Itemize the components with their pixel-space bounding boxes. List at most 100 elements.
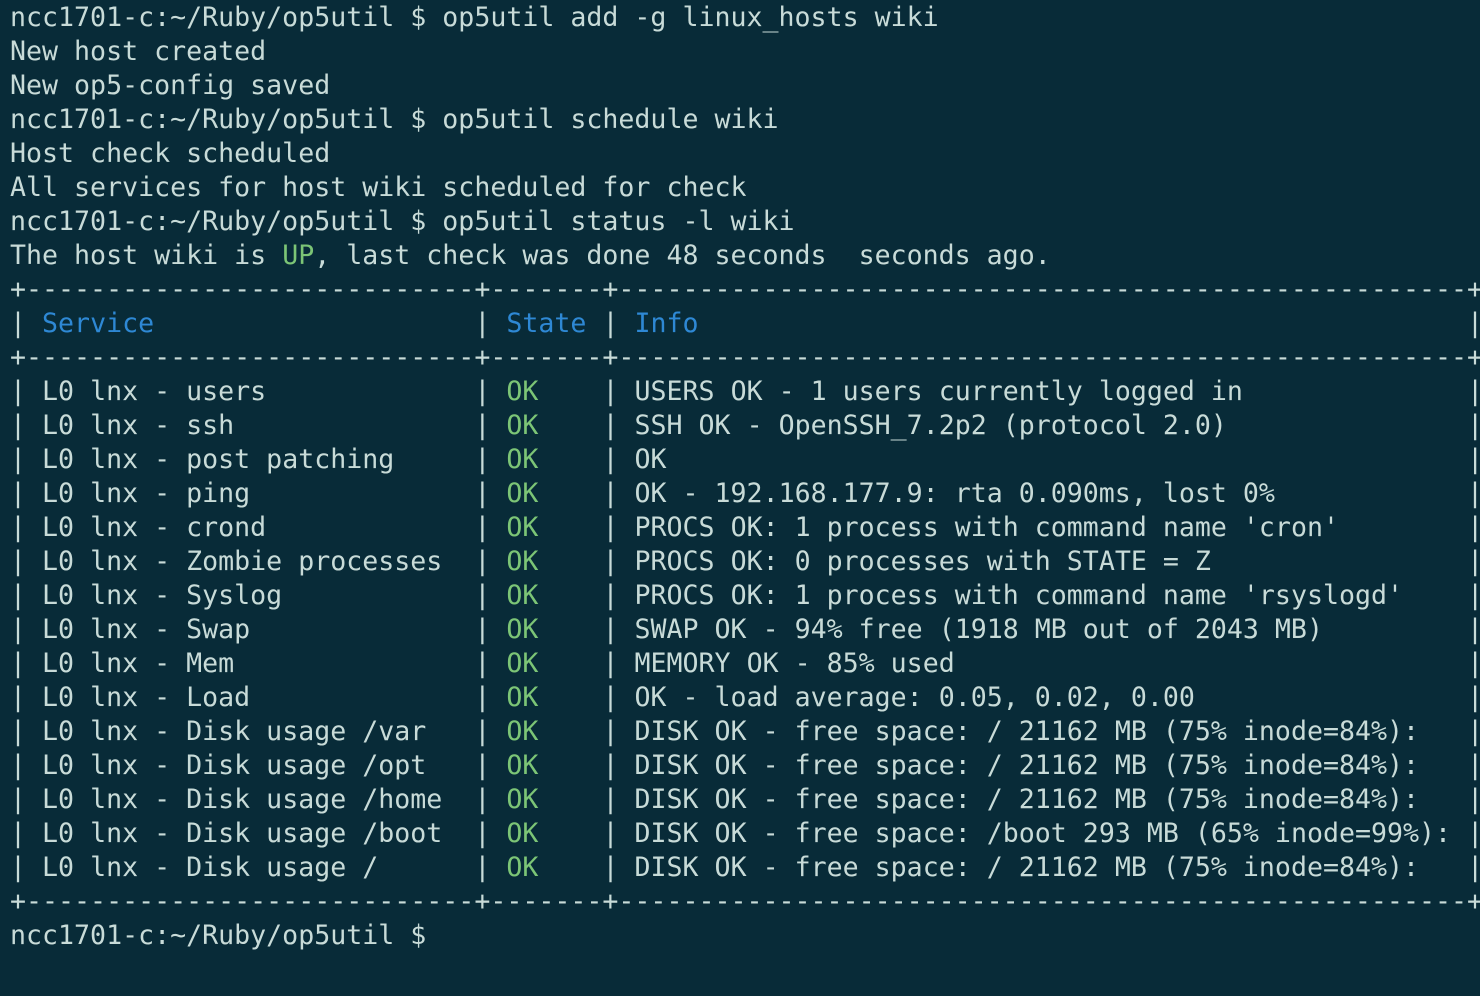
column-separator: | (1451, 784, 1480, 815)
cell-info: OK - 192.168.177.9: rta 0.090ms, lost 0% (634, 478, 1275, 509)
command-line: ncc1701-c:~/Ruby/op5util $ op5util sched… (10, 103, 1480, 137)
cell-service: L0 lnx - Disk usage / (42, 852, 379, 883)
command-text: op5util status -l wiki (442, 206, 795, 237)
column-separator: | (10, 750, 43, 781)
shell-prompt: ncc1701-c:~/Ruby/op5util $ (10, 920, 427, 951)
cell-state: OK (506, 648, 539, 679)
cell-service: L0 lnx - users (42, 376, 267, 407)
cell-state: OK (506, 716, 539, 747)
table-border: +----------------------------+-------+--… (10, 342, 1480, 373)
cell-state: OK (506, 512, 539, 543)
column-separator: | (10, 716, 43, 747)
cell-info: MEMORY OK - 85% used (634, 648, 955, 679)
cell-service: L0 lnx - Disk usage /boot (42, 818, 443, 849)
column-separator: | (586, 818, 635, 849)
cell-info: SSH OK - OpenSSH_7.2p2 (protocol 2.0) (634, 410, 1227, 441)
cell-service: L0 lnx - ping (42, 478, 251, 509)
cell-service: L0 lnx - Mem (42, 648, 235, 679)
column-separator: | (10, 818, 43, 849)
column-separator: | (458, 308, 507, 339)
column-separator: | (1451, 546, 1480, 577)
column-separator: | (1451, 818, 1480, 849)
table-row: | L0 lnx - Zombie processes | OK | PROCS… (10, 545, 1480, 579)
table-row: | L0 lnx - Disk usage /boot | OK | DISK … (10, 817, 1480, 851)
cell-info: PROCS OK: 0 processes with STATE = Z (634, 546, 1211, 577)
column-separator: | (586, 614, 635, 645)
table-row: | L0 lnx - Mem | OK | MEMORY OK - 85% us… (10, 647, 1480, 681)
command-text: op5util add -g linux_hosts wiki (442, 2, 939, 33)
cell-state: OK (506, 852, 539, 883)
shell-prompt: ncc1701-c:~/Ruby/op5util $ (10, 2, 443, 33)
header-service: Service (42, 308, 155, 339)
terminal-output[interactable]: ncc1701-c:~/Ruby/op5util $ op5util add -… (10, 1, 1480, 953)
column-separator: | (10, 376, 43, 407)
command-line: ncc1701-c:~/Ruby/op5util $ op5util statu… (10, 205, 1480, 239)
cell-state: OK (506, 614, 539, 645)
table-row: | L0 lnx - Load | OK | OK - load average… (10, 681, 1480, 715)
column-separator: | (586, 716, 635, 747)
cell-service: L0 lnx - Disk usage /opt (42, 750, 427, 781)
table-header: | Service | State | Info | (10, 307, 1480, 341)
cell-service: L0 lnx - Syslog (42, 580, 283, 611)
cell-state: OK (506, 444, 539, 475)
output-text: All services for host wiki scheduled for… (10, 172, 747, 203)
column-separator: | (586, 546, 635, 577)
column-separator: | (10, 852, 43, 883)
output-line: New op5-config saved (10, 69, 1480, 103)
table-row: | L0 lnx - Syslog | OK | PROCS OK: 1 pro… (10, 579, 1480, 613)
cell-service: L0 lnx - post patching (42, 444, 395, 475)
column-separator: | (10, 614, 43, 645)
column-separator: | (10, 648, 43, 679)
cell-state: OK (506, 478, 539, 509)
command-line: ncc1701-c:~/Ruby/op5util $ op5util add -… (10, 1, 1480, 35)
cell-info: DISK OK - free space: / 21162 MB (75% in… (634, 750, 1420, 781)
column-separator: | (458, 580, 507, 611)
column-separator: | (586, 308, 635, 339)
table-row: | L0 lnx - Disk usage / | OK | DISK OK -… (10, 851, 1480, 885)
column-separator: | (1451, 852, 1480, 883)
output-text: New op5-config saved (10, 70, 331, 101)
column-separator: | (586, 410, 635, 441)
shell-prompt: ncc1701-c:~/Ruby/op5util $ (10, 104, 443, 135)
column-separator: | (1451, 648, 1480, 679)
cell-service: L0 lnx - Load (42, 682, 251, 713)
cell-state: OK (506, 376, 539, 407)
cell-state: OK (506, 784, 539, 815)
column-separator: | (586, 376, 635, 407)
column-separator: | (10, 478, 43, 509)
table-row: | L0 lnx - Disk usage /opt | OK | DISK O… (10, 749, 1480, 783)
table-border: +----------------------------+-------+--… (10, 886, 1480, 917)
cell-state: OK (506, 818, 539, 849)
column-separator: | (1451, 308, 1480, 339)
column-separator: | (458, 376, 507, 407)
cell-info: OK (634, 444, 667, 475)
status-text: , last check was done 48 seconds seconds… (314, 240, 1051, 271)
table-row: | L0 lnx - ping | OK | OK - 192.168.177.… (10, 477, 1480, 511)
cell-service: L0 lnx - ssh (42, 410, 235, 441)
status-text: The host wiki is (10, 240, 283, 271)
cell-service: L0 lnx - Disk usage /var (42, 716, 427, 747)
table-row: | L0 lnx - Disk usage /home | OK | DISK … (10, 783, 1480, 817)
cell-state: OK (506, 546, 539, 577)
cell-info: PROCS OK: 1 process with command name 'r… (634, 580, 1404, 611)
column-separator: | (458, 648, 507, 679)
column-separator: | (10, 682, 43, 713)
column-separator: | (586, 648, 635, 679)
shell-prompt: ncc1701-c:~/Ruby/op5util $ (10, 206, 443, 237)
column-separator: | (1451, 376, 1480, 407)
column-separator: | (458, 852, 507, 883)
cell-info: DISK OK - free space: / 21162 MB (75% in… (634, 852, 1420, 883)
column-separator: | (458, 478, 507, 509)
column-separator: | (586, 852, 635, 883)
command-text: op5util schedule wiki (442, 104, 779, 135)
column-separator: | (586, 750, 635, 781)
host-state: UP (282, 240, 315, 271)
column-separator: | (458, 512, 507, 543)
cell-service: L0 lnx - Zombie processes (42, 546, 443, 577)
column-separator: | (586, 512, 635, 543)
table-row: | L0 lnx - ssh | OK | SSH OK - OpenSSH_7… (10, 409, 1480, 443)
column-separator: | (586, 682, 635, 713)
cell-state: OK (506, 682, 539, 713)
cell-info: DISK OK - free space: /boot 293 MB (65% … (634, 818, 1452, 849)
column-separator: | (1451, 478, 1480, 509)
